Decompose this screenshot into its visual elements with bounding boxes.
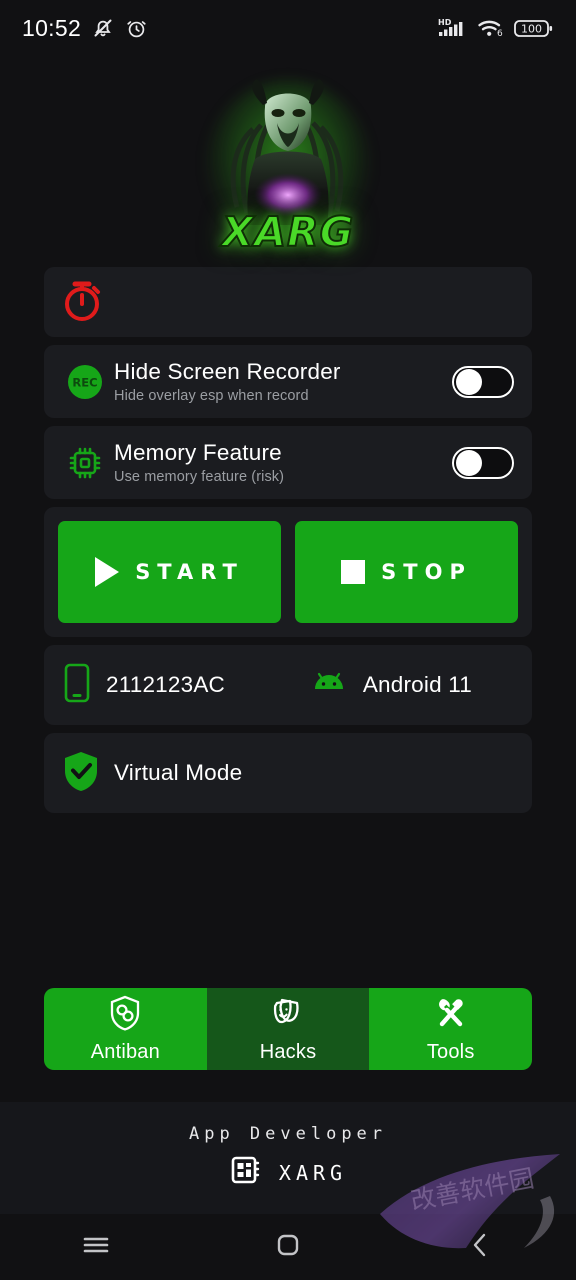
menu-icon [79,1232,113,1263]
device-info-card: 2112123AC Android 11 [44,645,532,725]
setting-row-memory-feature[interactable]: Memory Feature Use memory feature (risk) [44,426,532,499]
developer-name: XARG [278,1160,348,1185]
developer-label: App Developer [188,1124,388,1144]
start-button[interactable]: START [58,521,281,623]
setting-texts: Memory Feature Use memory feature (risk) [108,440,452,485]
setting-row-hide-screen-recorder[interactable]: REC Hide Screen Recorder Hide overlay es… [44,345,532,418]
tab-tools[interactable]: Tools [369,988,532,1070]
tab-hacks[interactable]: Hacks [206,988,370,1070]
android-nav-bar [0,1214,576,1280]
stop-button[interactable]: STOP [295,521,518,623]
chip-dashboard-icon [229,1153,263,1192]
footer: App Developer XARG [0,1102,576,1214]
svg-text:REC: REC [72,375,97,389]
action-buttons-card: START STOP [44,507,532,637]
toggle-hide-screen-recorder[interactable] [452,365,514,398]
tab-label: Antiban [90,1041,160,1063]
rec-badge-icon: REC [62,362,108,402]
recents-button[interactable] [36,1232,156,1263]
theater-masks-icon [269,994,307,1037]
tab-antiban[interactable]: Antiban [44,988,207,1070]
device-os-item: Android 11 [309,669,472,702]
logo-wordmark: XARG [221,207,355,257]
toggle-knob [456,368,482,395]
virtual-mode-card[interactable]: Virtual Mode [44,733,532,813]
home-square-icon [273,1230,303,1265]
tab-label: Tools [426,1041,475,1063]
android-robot-icon [309,669,349,702]
stopwatch-icon [60,276,106,329]
status-bar-left: 10:52 [22,15,148,42]
battery-icon: 100 [514,17,554,39]
alarm-icon [125,17,148,40]
wifi-icon: 6 [477,17,505,39]
setting-title: Hide Screen Recorder [114,359,341,385]
app-logo: XARG [0,62,576,267]
status-bar: 10:52 HD 6 100 [0,0,576,56]
shield-link-icon [107,994,143,1037]
setting-subtitle: Hide overlay esp when record [114,387,309,404]
phone-icon [62,662,92,709]
setting-texts: Hide Screen Recorder Hide overlay esp wh… [108,359,452,404]
wrench-screwdriver-icon [432,994,470,1037]
device-model-text: 2112123AC [106,672,225,697]
shield-check-icon [62,749,100,798]
signal-hd-icon: HD [438,16,468,40]
app-screen: 10:52 HD 6 100 XARG REC Hide Screen Reco… [0,0,576,1280]
home-button[interactable] [228,1230,348,1265]
play-icon [95,557,120,587]
device-os-text: Android 11 [362,672,472,697]
virtual-mode-text: Virtual Mode [114,760,243,785]
setting-subtitle: Use memory feature (risk) [114,468,285,485]
developer-row: XARG [229,1153,347,1192]
svg-text:HD: HD [438,18,452,27]
start-button-label: START [135,560,244,584]
svg-text:6: 6 [497,29,503,39]
setting-card-memory-feature: Memory Feature Use memory feature (risk) [44,426,532,499]
cpu-chip-icon [62,444,108,482]
status-time: 10:52 [22,14,82,41]
tab-label: Hacks [259,1041,317,1063]
timer-card[interactable] [44,267,532,337]
toggle-memory-feature[interactable] [452,446,514,479]
stop-icon [341,560,366,584]
setting-title: Memory Feature [114,440,282,466]
status-bar-right: HD 6 100 [438,16,554,40]
back-button[interactable] [420,1230,540,1265]
back-chevron-icon [466,1230,494,1265]
device-model-item: 2112123AC [62,662,225,709]
setting-card-hide-screen-recorder: REC Hide Screen Recorder Hide overlay es… [44,345,532,418]
bell-off-icon [91,16,115,40]
battery-level-text: 100 [521,23,542,36]
stop-button-label: STOP [381,560,472,584]
bottom-tab-bar: Antiban Hacks Tools [44,988,532,1070]
toggle-knob [456,449,482,476]
